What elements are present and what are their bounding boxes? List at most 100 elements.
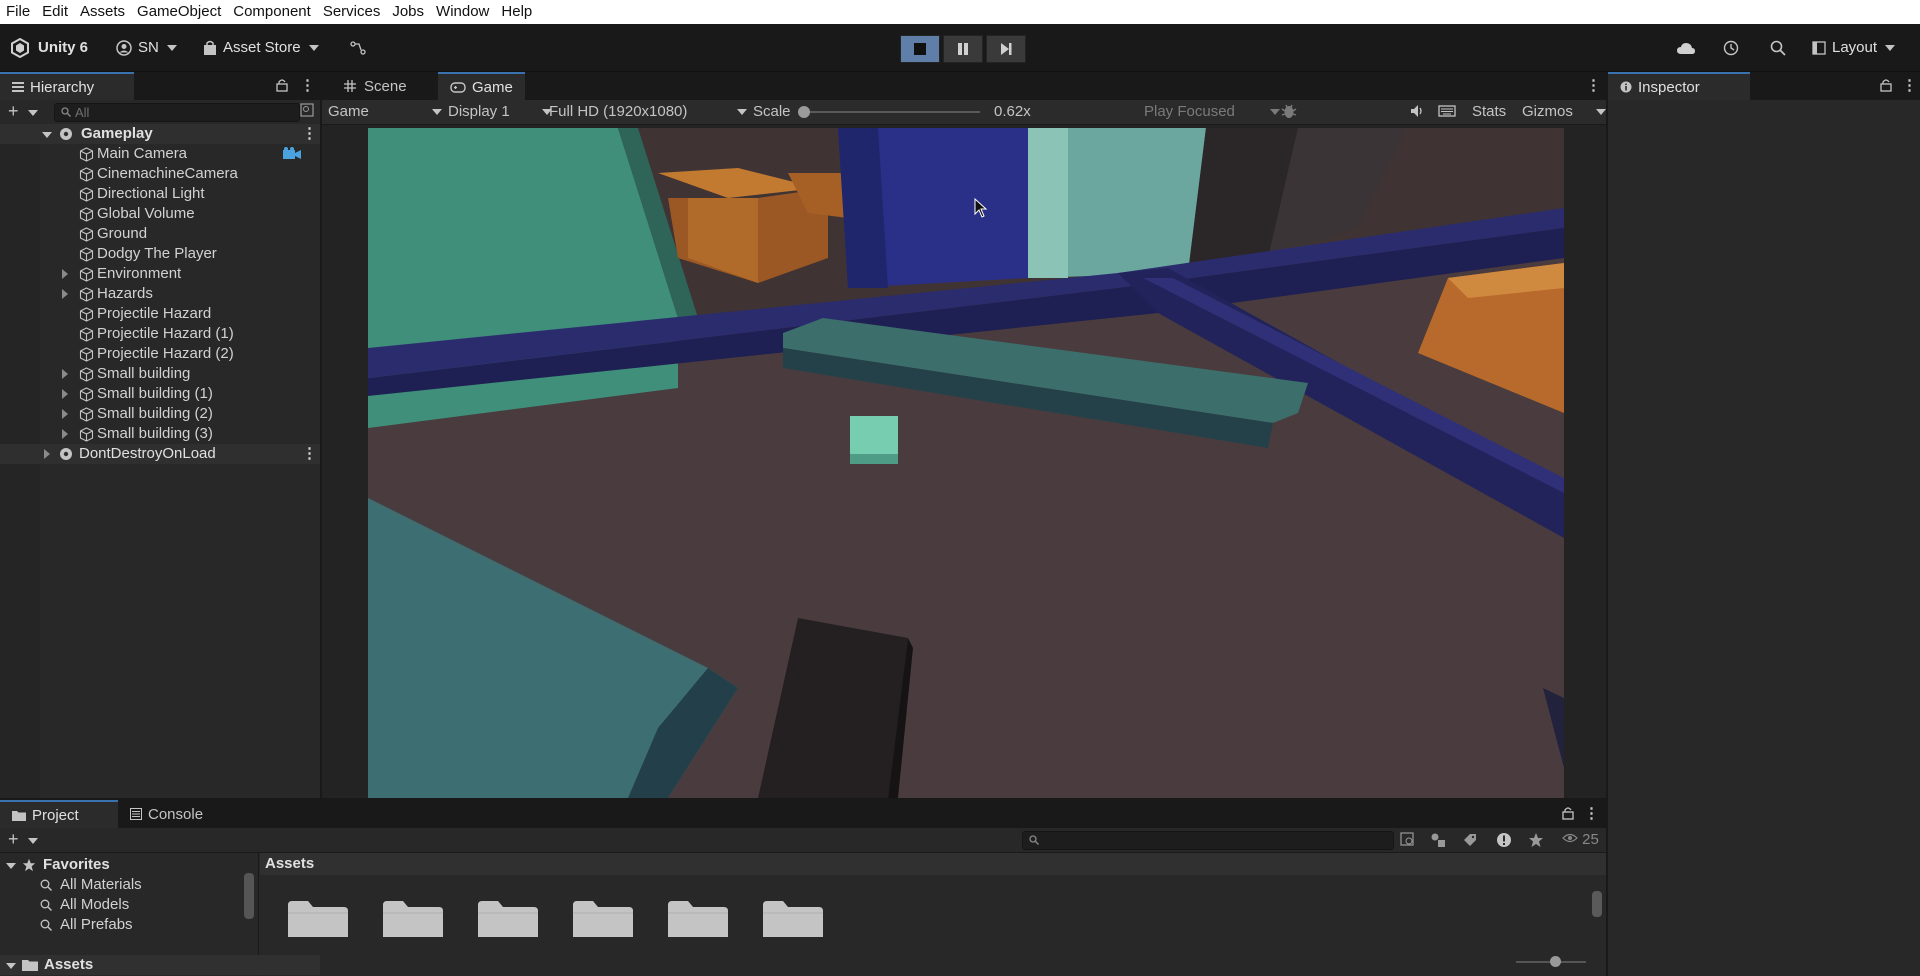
- expand-arrow-icon[interactable]: [6, 963, 16, 969]
- tab-console[interactable]: Console: [118, 800, 215, 828]
- play-button[interactable]: [900, 35, 940, 63]
- chevron-down-icon[interactable]: [1596, 109, 1606, 115]
- favorite-star-icon[interactable]: [1528, 832, 1544, 852]
- hierarchy-item[interactable]: Projectile Hazard (2): [0, 344, 320, 364]
- lock-icon[interactable]: [276, 78, 288, 96]
- hierarchy-item[interactable]: Main Camera: [0, 144, 320, 164]
- asset-folder-icon[interactable]: [763, 899, 823, 937]
- hierarchy-item[interactable]: Small building (2): [0, 404, 320, 424]
- chevron-down-icon[interactable]: [28, 110, 38, 116]
- scene-row-dontdestroyonload[interactable]: DontDestroyOnLoad ⋮: [0, 444, 320, 464]
- collapse-arrow-icon[interactable]: [62, 429, 68, 439]
- version-control-button[interactable]: [350, 24, 366, 71]
- pause-button[interactable]: [943, 35, 983, 63]
- gizmos-button[interactable]: Gizmos: [1522, 103, 1573, 120]
- tree-scrollbar-thumb[interactable]: [244, 873, 254, 919]
- account-dropdown[interactable]: SN: [116, 24, 177, 71]
- scale-slider-handle[interactable]: [798, 106, 810, 118]
- play-focus-select[interactable]: Play Focused: [1144, 103, 1280, 120]
- icon-size-slider-handle[interactable]: [1550, 956, 1561, 967]
- warning-filter-icon[interactable]: [1496, 832, 1512, 852]
- hierarchy-item[interactable]: Global Volume: [0, 204, 320, 224]
- breadcrumb-assets[interactable]: Assets: [265, 855, 314, 872]
- audio-icon[interactable]: [1410, 104, 1426, 122]
- menu-jobs[interactable]: Jobs: [386, 0, 430, 24]
- stats-button[interactable]: Stats: [1472, 103, 1506, 120]
- scene-row-gameplay[interactable]: Gameplay ⋮: [0, 124, 320, 144]
- collapse-arrow-icon[interactable]: [62, 289, 68, 299]
- step-button[interactable]: [986, 35, 1026, 63]
- kebab-menu-icon[interactable]: ⋮: [1584, 804, 1599, 822]
- asset-scrollbar[interactable]: [1592, 879, 1602, 945]
- filter-by-type-icon[interactable]: [1430, 832, 1446, 852]
- lock-icon[interactable]: [1880, 78, 1892, 96]
- collapse-arrow-icon[interactable]: [62, 409, 68, 419]
- asset-folder-icon[interactable]: [668, 899, 728, 937]
- view-select[interactable]: Game: [328, 103, 442, 120]
- menu-assets[interactable]: Assets: [74, 0, 131, 24]
- hierarchy-item[interactable]: Environment: [0, 264, 320, 284]
- menu-component[interactable]: Component: [227, 0, 317, 24]
- add-icon[interactable]: +: [8, 101, 19, 122]
- menu-help[interactable]: Help: [495, 0, 538, 24]
- asset-folder-icon[interactable]: [383, 899, 443, 937]
- asset-folder-icon[interactable]: [573, 899, 633, 937]
- bug-icon[interactable]: [1280, 102, 1298, 124]
- kebab-menu-icon[interactable]: ⋮: [300, 76, 315, 94]
- hierarchy-item[interactable]: Dodgy The Player: [0, 244, 320, 264]
- collapse-arrow-icon[interactable]: [62, 269, 68, 279]
- menu-window[interactable]: Window: [430, 0, 495, 24]
- hierarchy-item[interactable]: Small building: [0, 364, 320, 384]
- hierarchy-item[interactable]: Ground: [0, 224, 320, 244]
- collapse-arrow-icon[interactable]: [62, 389, 68, 399]
- hierarchy-item[interactable]: Hazards: [0, 284, 320, 304]
- search-filter-icon[interactable]: [300, 103, 314, 121]
- menu-services[interactable]: Services: [317, 0, 387, 24]
- game-viewport[interactable]: [368, 128, 1564, 798]
- layout-dropdown[interactable]: Layout: [1812, 24, 1896, 71]
- menu-edit[interactable]: Edit: [36, 0, 74, 24]
- history-button[interactable]: [1723, 24, 1739, 71]
- collapse-arrow-icon[interactable]: [62, 369, 68, 379]
- tab-project[interactable]: Project: [0, 800, 118, 828]
- unity-version-button[interactable]: Unity 6: [10, 24, 88, 71]
- asset-store-dropdown[interactable]: Asset Store: [203, 24, 319, 71]
- hierarchy-item[interactable]: Directional Light: [0, 184, 320, 204]
- search-button[interactable]: [1770, 24, 1786, 71]
- tab-hierarchy[interactable]: Hierarchy: [0, 72, 134, 100]
- keyboard-icon[interactable]: [1438, 104, 1456, 122]
- lock-icon[interactable]: [1562, 806, 1574, 824]
- hierarchy-item[interactable]: Projectile Hazard: [0, 304, 320, 324]
- hierarchy-search-input[interactable]: All: [54, 103, 300, 122]
- hierarchy-item[interactable]: Projectile Hazard (1): [0, 324, 320, 344]
- asset-folder-icon[interactable]: [288, 899, 348, 937]
- menu-file[interactable]: File: [0, 0, 36, 24]
- collapse-arrow-icon[interactable]: [44, 449, 50, 459]
- kebab-menu-icon[interactable]: ⋮: [302, 124, 317, 142]
- add-icon[interactable]: +: [8, 829, 19, 850]
- label-icon[interactable]: [1462, 832, 1478, 852]
- cloud-button[interactable]: [1676, 24, 1696, 71]
- asset-folder-icon[interactable]: [478, 899, 538, 937]
- hierarchy-item[interactable]: CinemachineCamera: [0, 164, 320, 184]
- expand-arrow-icon[interactable]: [6, 863, 16, 869]
- tree-scrollbar[interactable]: [244, 861, 254, 971]
- tab-game[interactable]: Game: [438, 72, 525, 100]
- hidden-packages-toggle[interactable]: 25: [1562, 831, 1599, 848]
- tab-scene[interactable]: Scene: [332, 72, 419, 100]
- chevron-down-icon[interactable]: [28, 838, 38, 844]
- kebab-menu-icon[interactable]: ⋮: [1586, 76, 1601, 94]
- display-select[interactable]: Display 1: [448, 103, 552, 120]
- project-search-input[interactable]: [1022, 831, 1394, 850]
- asset-scrollbar-thumb[interactable]: [1592, 891, 1602, 917]
- hierarchy-item[interactable]: Small building (1): [0, 384, 320, 404]
- scale-slider-track[interactable]: [800, 111, 980, 113]
- hierarchy-item[interactable]: Small building (3): [0, 424, 320, 444]
- menu-gameobject[interactable]: GameObject: [131, 0, 227, 24]
- search-by-type-icon[interactable]: [1400, 832, 1416, 852]
- resolution-select[interactable]: Full HD (1920x1080): [549, 103, 747, 120]
- tab-inspector[interactable]: Inspector: [1608, 72, 1750, 100]
- expand-arrow-icon[interactable]: [42, 132, 52, 138]
- kebab-menu-icon[interactable]: ⋮: [1902, 76, 1917, 94]
- kebab-menu-icon[interactable]: ⋮: [302, 444, 317, 462]
